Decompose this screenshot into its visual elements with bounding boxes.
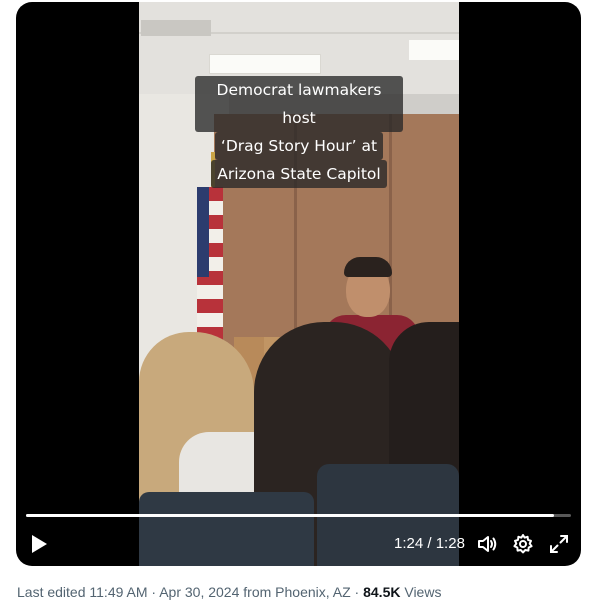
volume-button[interactable] [476, 533, 498, 555]
scene-flag-canton [197, 187, 209, 277]
video-frame[interactable]: Democrat lawmakers host ‘Drag Story Hour… [139, 2, 459, 566]
post-date[interactable]: Apr 30, 2024 [159, 584, 239, 600]
settings-button[interactable] [512, 533, 534, 555]
views-count: 84.5K [363, 584, 401, 600]
volume-icon [478, 536, 497, 552]
separator-dot: · [151, 584, 157, 600]
time-display: 1:24 / 1:28 [394, 535, 465, 552]
time-separator: / [427, 535, 432, 552]
gear-icon [513, 534, 533, 554]
fullscreen-icon [550, 535, 568, 553]
scene-ceiling-light [409, 40, 459, 60]
scene-vent [141, 20, 211, 36]
tweet-metadata: Last edited 11:49 AM · Apr 30, 2024 from… [17, 584, 441, 600]
duration: 1:28 [435, 535, 465, 552]
play-icon [32, 535, 47, 553]
fullscreen-button[interactable] [548, 533, 570, 555]
progress-bar[interactable] [26, 514, 571, 517]
views-label: Views [404, 584, 442, 600]
edited-label[interactable]: Last edited [17, 584, 86, 600]
progress-fill [26, 514, 555, 517]
video-caption: Democrat lawmakers host ‘Drag Story Hour… [195, 76, 403, 188]
play-button[interactable] [30, 534, 48, 554]
current-time: 1:24 [394, 535, 424, 552]
caption-line: ‘Drag Story Hour’ at [214, 132, 384, 160]
location-text: from Phoenix, AZ [243, 584, 351, 600]
video-controls: 1:24 / 1:28 [16, 530, 581, 558]
scene-speaker-hair [344, 257, 392, 277]
scene-ceiling-light [209, 54, 321, 74]
video-player[interactable]: Democrat lawmakers host ‘Drag Story Hour… [16, 2, 581, 566]
post-time[interactable]: 11:49 AM [89, 584, 147, 600]
separator-dot: · [354, 584, 360, 600]
caption-line: Democrat lawmakers host [195, 76, 403, 132]
caption-line: Arizona State Capitol [211, 160, 387, 188]
